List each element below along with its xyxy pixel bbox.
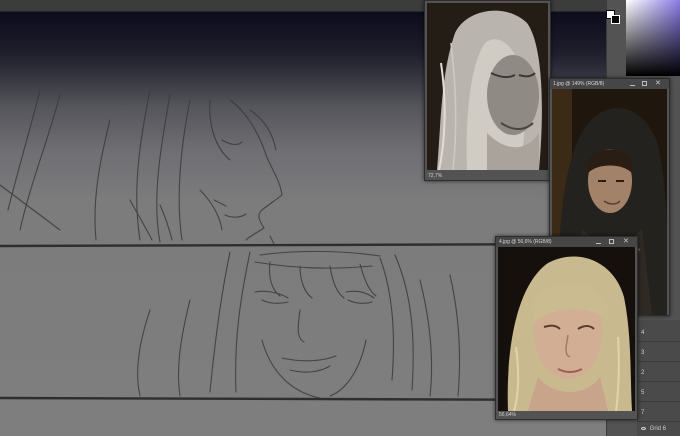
close-icon[interactable]: ✕ <box>623 237 629 245</box>
layers-panel: 4 3 2 5 7 Grid 6 <box>637 320 680 436</box>
layer-row[interactable]: 2 <box>637 364 680 382</box>
reference-window-blonde[interactable]: 4.jpg @ 56,6% (RGB/8) ✕ 56,64% <box>495 236 638 420</box>
minimize-icon[interactable] <box>596 243 601 244</box>
layer-row[interactable]: 5 <box>637 384 680 402</box>
layer-label: 7 <box>641 410 645 416</box>
app-topbar <box>0 0 680 12</box>
window-titlebar[interactable]: 4.jpg @ 56,6% (RGB/8) ✕ <box>496 237 637 247</box>
reference-image-blonde <box>498 247 635 411</box>
layer-row[interactable]: 4 <box>637 324 680 342</box>
layer-row[interactable]: Grid 6 <box>637 420 680 436</box>
maximize-icon[interactable] <box>609 239 614 244</box>
zoom-readout: 56,64% <box>496 411 637 419</box>
layer-row[interactable]: 3 <box>637 344 680 362</box>
reference-window-man[interactable]: 72,7% <box>424 0 551 181</box>
layer-label: 5 <box>641 390 645 396</box>
window-title: 4.jpg @ 56,6% (RGB/8) <box>499 239 552 245</box>
minimize-icon[interactable] <box>630 85 635 86</box>
background-color-swatch[interactable] <box>611 15 620 24</box>
layer-label: 4 <box>641 330 645 336</box>
close-icon[interactable]: ✕ <box>655 79 661 87</box>
maximize-icon[interactable] <box>642 81 647 86</box>
window-title: 1.jpg @ 149% (RGB/8) <box>553 81 605 87</box>
window-titlebar[interactable]: 1.jpg @ 149% (RGB/8) ✕ <box>550 79 669 89</box>
layer-label: Grid 6 <box>649 426 667 432</box>
layer-label: 2 <box>641 370 645 376</box>
color-picker-field[interactable] <box>626 0 680 76</box>
layer-label: 3 <box>641 350 645 356</box>
eye-icon[interactable] <box>641 427 646 430</box>
zoom-readout: 72,7% <box>425 172 550 180</box>
reference-image-man <box>427 3 548 170</box>
